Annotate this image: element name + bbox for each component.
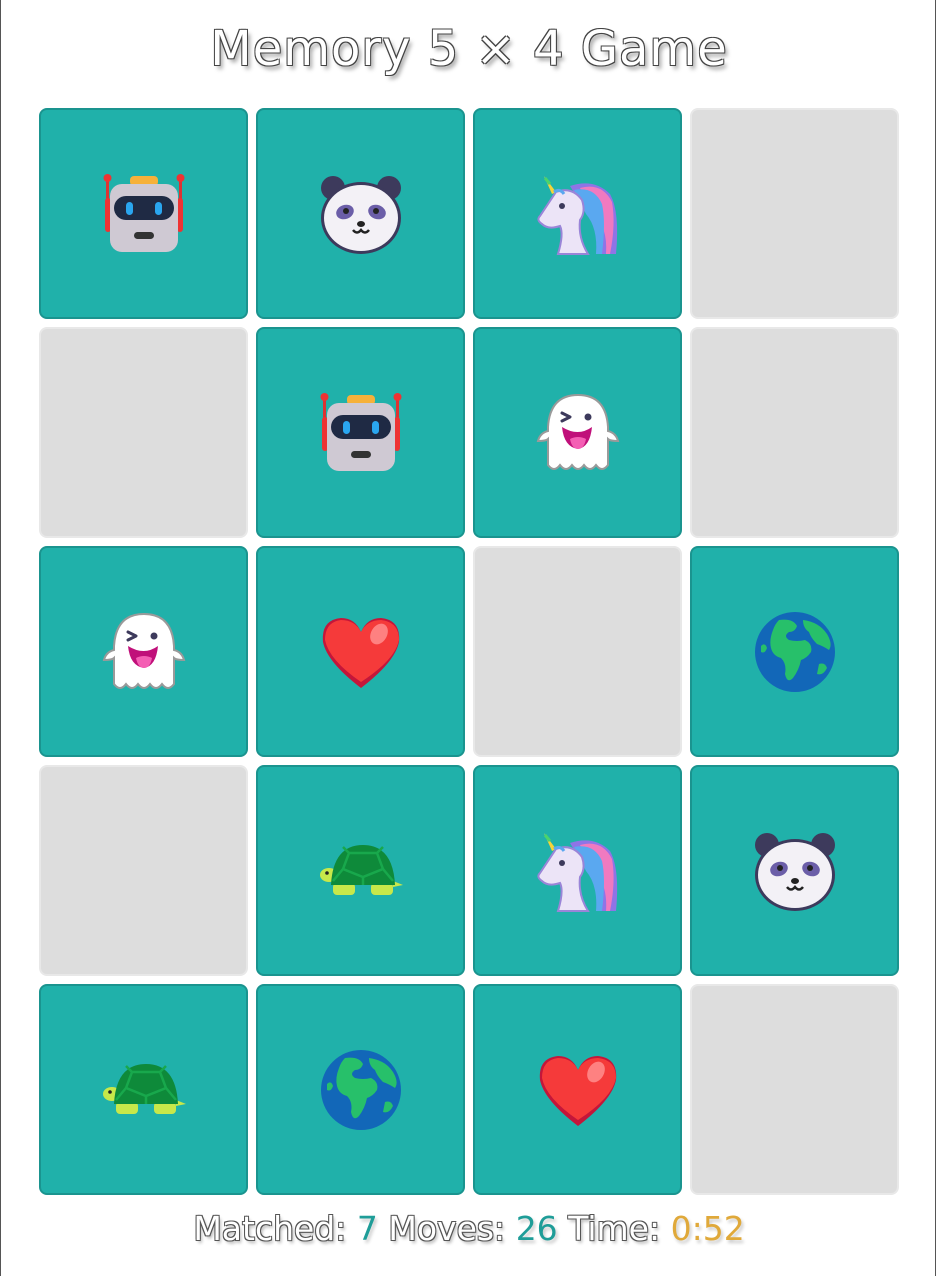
panda-icon	[319, 172, 403, 256]
card-face-down[interactable]	[39, 327, 248, 538]
card-face-up[interactable]	[473, 765, 682, 976]
ghost-icon	[102, 610, 186, 694]
card-face-up[interactable]	[256, 108, 465, 319]
card-face-down[interactable]	[690, 984, 899, 1195]
card-face-up[interactable]	[39, 984, 248, 1195]
card-face-up[interactable]	[690, 765, 899, 976]
moves-label: Moves:	[388, 1209, 506, 1248]
matched-count: 7	[356, 1209, 378, 1248]
card-face-up[interactable]	[473, 984, 682, 1195]
unicorn-icon	[536, 172, 620, 256]
card-face-up[interactable]	[39, 546, 248, 757]
card-face-down[interactable]	[690, 327, 899, 538]
heart-icon	[319, 610, 403, 694]
globe-icon	[319, 1048, 403, 1132]
card-grid	[39, 108, 899, 1195]
card-face-up[interactable]	[256, 984, 465, 1195]
ghost-icon	[536, 391, 620, 475]
card-face-up[interactable]	[690, 546, 899, 757]
heart-icon	[536, 1048, 620, 1132]
panda-icon	[753, 829, 837, 913]
card-face-up[interactable]	[473, 327, 682, 538]
time-label: Time:	[568, 1209, 661, 1248]
matched-label: Matched:	[193, 1209, 347, 1248]
turtle-icon	[319, 841, 403, 901]
robot-icon	[319, 391, 403, 475]
turtle-icon	[102, 1060, 186, 1120]
globe-icon	[753, 610, 837, 694]
card-face-up[interactable]	[39, 108, 248, 319]
robot-icon	[102, 172, 186, 256]
status-bar: Matched: 7 Moves: 26 Time: 0:52	[1, 1207, 936, 1251]
game-title: Memory 5 × 4 Game	[210, 21, 728, 77]
timer: 0:52	[670, 1209, 745, 1248]
card-face-up[interactable]	[473, 108, 682, 319]
card-face-up[interactable]	[256, 327, 465, 538]
card-face-down[interactable]	[39, 765, 248, 976]
card-face-down[interactable]	[690, 108, 899, 319]
moves-count: 26	[515, 1209, 558, 1248]
unicorn-icon	[536, 829, 620, 913]
card-face-up[interactable]	[256, 765, 465, 976]
card-face-up[interactable]	[256, 546, 465, 757]
card-face-down[interactable]	[473, 546, 682, 757]
